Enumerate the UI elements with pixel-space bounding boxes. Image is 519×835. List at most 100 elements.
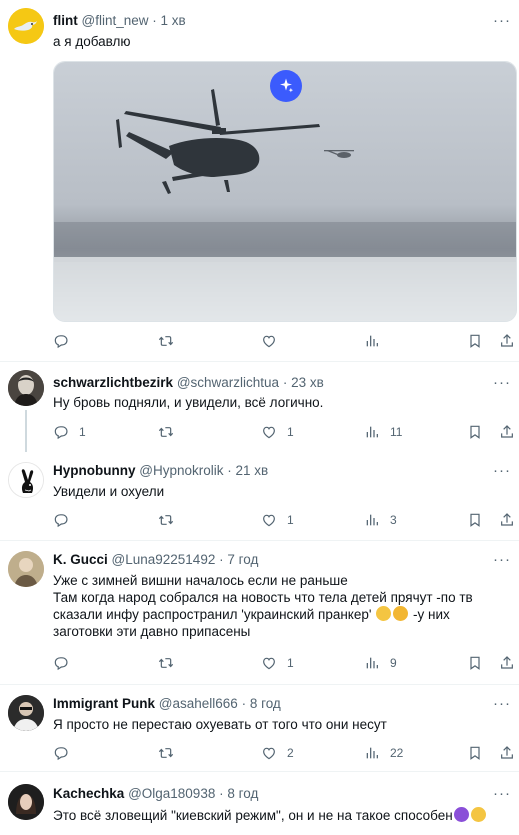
share-button[interactable] xyxy=(499,742,515,764)
retweet-button[interactable] xyxy=(158,330,184,352)
avatar-photo-icon xyxy=(8,551,44,587)
user-handle[interactable]: @schwarzlichtua xyxy=(177,375,279,390)
like-button[interactable]: 1 xyxy=(261,652,294,674)
tweet-actions: 1 9 xyxy=(53,652,519,674)
views-icon xyxy=(364,655,380,671)
like-icon xyxy=(261,655,277,671)
display-name[interactable]: Kachechka xyxy=(53,786,124,801)
user-handle[interactable]: @Olga180938 xyxy=(128,786,215,801)
share-button[interactable] xyxy=(499,509,515,531)
timestamp[interactable]: 8 год xyxy=(250,696,281,711)
timestamp[interactable]: 21 хв xyxy=(236,463,269,478)
timestamp[interactable]: 7 год xyxy=(227,552,258,567)
separator-dot: · xyxy=(219,786,224,801)
user-handle[interactable]: @asahell666 xyxy=(159,696,238,711)
user-handle[interactable]: @Hypnokrolik xyxy=(139,463,223,478)
bookmark-button[interactable] xyxy=(467,421,483,443)
reply-button[interactable] xyxy=(53,652,79,674)
tweet-text: Я просто не перестаю охуевать от того чт… xyxy=(53,717,387,732)
views-button[interactable]: 22 xyxy=(364,742,403,764)
retweet-button[interactable] xyxy=(158,652,184,674)
tweet-header: flint @flint_new · 1 хв xyxy=(53,13,186,28)
tweet-actions: 1 1 11 xyxy=(53,421,519,443)
views-button[interactable]: 11 xyxy=(364,421,402,443)
more-options-icon[interactable]: ··· xyxy=(493,785,511,802)
retweet-button[interactable] xyxy=(158,509,184,531)
timestamp[interactable]: 1 хв xyxy=(161,13,186,28)
tweet-flint[interactable]: flint @flint_new · 1 хв ··· а я добавлю xyxy=(0,0,519,360)
share-icon xyxy=(499,512,515,528)
avatar[interactable] xyxy=(8,695,44,731)
like-button[interactable]: 1 xyxy=(261,509,294,531)
display-name[interactable]: flint xyxy=(53,13,78,28)
timestamp[interactable]: 8 год xyxy=(227,786,258,801)
retweet-button[interactable] xyxy=(158,742,184,764)
more-options-icon[interactable]: ··· xyxy=(493,462,511,479)
like-button[interactable]: 2 xyxy=(261,742,294,764)
views-icon xyxy=(364,424,380,440)
user-handle[interactable]: @flint_new xyxy=(82,13,149,28)
like-button[interactable]: 1 xyxy=(261,421,294,443)
avatar[interactable] xyxy=(8,8,44,44)
tweet-actions: 1 3 xyxy=(53,509,519,531)
avatar[interactable] xyxy=(8,462,44,498)
like-count: 1 xyxy=(287,513,294,527)
reply-icon xyxy=(53,512,69,528)
reply-button[interactable]: 1 xyxy=(53,421,86,443)
separator-dot: · xyxy=(282,375,288,390)
bookmark-button[interactable] xyxy=(467,509,483,531)
tweet-header: Immigrant Punk @asahell666 · 8 год xyxy=(53,696,281,711)
avatar-portrait-icon xyxy=(8,370,44,406)
tweet-text-line: сказали инфу распространил 'украинский п… xyxy=(53,606,508,624)
user-handle[interactable]: @Luna92251492 xyxy=(112,552,216,567)
smiling-devil-emoji-icon xyxy=(453,807,469,822)
reply-button[interactable] xyxy=(53,330,79,352)
avatar[interactable] xyxy=(8,370,44,406)
reply-icon xyxy=(53,655,69,671)
views-count: 3 xyxy=(390,513,397,527)
avatar-photo-icon xyxy=(8,784,44,820)
avatar[interactable] xyxy=(8,784,44,820)
like-button[interactable] xyxy=(261,330,287,352)
reply-button[interactable] xyxy=(53,742,79,764)
tweet-kachechka[interactable]: Kachechka @Olga180938 · 8 год ··· Это вс… xyxy=(0,772,519,835)
grok-icon[interactable] xyxy=(270,70,302,102)
retweet-icon xyxy=(158,512,174,528)
views-button[interactable]: 9 xyxy=(364,652,397,674)
like-count: 2 xyxy=(287,746,294,760)
reply-button[interactable] xyxy=(53,509,79,531)
retweet-icon xyxy=(158,333,174,349)
bookmark-button[interactable] xyxy=(467,742,483,764)
share-button[interactable] xyxy=(499,330,515,352)
more-options-icon[interactable]: ··· xyxy=(493,695,511,712)
tweet-hypnobunny[interactable]: Hypnobunny @Hypnokrolik · 21 хв ··· Увид… xyxy=(0,452,519,538)
views-button[interactable] xyxy=(364,330,390,352)
share-button[interactable] xyxy=(499,421,515,443)
shushing-face-emoji-icon xyxy=(470,807,486,822)
display-name[interactable]: schwarzlichtbezirk xyxy=(53,375,173,390)
views-button[interactable]: 3 xyxy=(364,509,397,531)
avatar[interactable] xyxy=(8,551,44,587)
timestamp[interactable]: 23 хв xyxy=(291,375,324,390)
retweet-button[interactable] xyxy=(158,421,184,443)
more-options-icon[interactable]: ··· xyxy=(493,12,511,29)
bookmark-button[interactable] xyxy=(467,652,483,674)
tweet-k-gucci[interactable]: K. Gucci @Luna92251492 · 7 год ··· Уже с… xyxy=(0,541,519,682)
separator-dot: · xyxy=(219,552,224,567)
display-name[interactable]: K. Gucci xyxy=(53,552,108,567)
views-count: 11 xyxy=(390,425,403,439)
more-options-icon[interactable]: ··· xyxy=(493,374,511,391)
display-name[interactable]: Hypnobunny xyxy=(53,463,136,478)
display-name[interactable]: Immigrant Punk xyxy=(53,696,155,711)
share-icon xyxy=(499,333,515,349)
like-icon xyxy=(261,333,277,349)
bookmark-icon xyxy=(467,745,483,761)
bookmark-icon xyxy=(467,655,483,671)
bookmark-icon xyxy=(467,424,483,440)
more-options-icon[interactable]: ··· xyxy=(493,551,511,568)
tweet-schwarzlichtbezirk[interactable]: schwarzlichtbezirk @schwarzlichtua · 23 … xyxy=(0,362,519,452)
tweet-immigrant-punk[interactable]: Immigrant Punk @asahell666 · 8 год ··· Я… xyxy=(0,685,519,769)
bookmark-button[interactable] xyxy=(467,330,483,352)
views-count: 9 xyxy=(390,656,397,670)
share-button[interactable] xyxy=(499,652,515,674)
